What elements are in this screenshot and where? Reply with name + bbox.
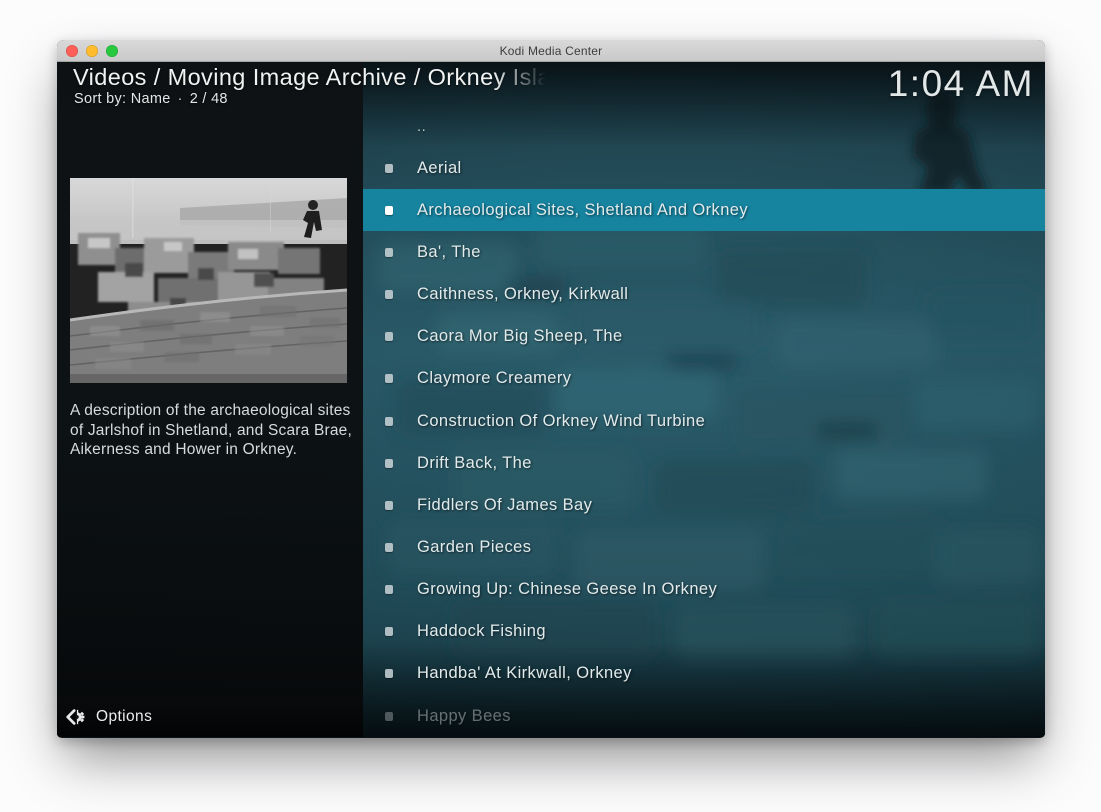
list-item[interactable]: Aerial <box>363 147 1045 189</box>
traffic-lights <box>66 40 118 61</box>
video-description: A description of the archaeological site… <box>70 401 358 460</box>
list-item[interactable]: Archaeological Sites, Shetland And Orkne… <box>363 189 1045 231</box>
thumbnail-image <box>70 178 347 383</box>
item-bullet-icon <box>385 627 393 636</box>
list-item-label: Archaeological Sites, Shetland And Orkne… <box>417 201 748 220</box>
macos-titlebar[interactable]: Kodi Media Center <box>57 40 1045 62</box>
item-bullet-icon <box>385 332 393 341</box>
item-bullet-icon <box>385 585 393 594</box>
item-bullet-icon <box>385 374 393 383</box>
list-item[interactable]: Drift Back, The <box>363 442 1045 484</box>
item-bullet-icon <box>385 543 393 552</box>
window-title: Kodi Media Center <box>57 44 1045 58</box>
options-toggle-icon <box>65 706 87 728</box>
list-item[interactable]: Fiddlers Of James Bay <box>363 484 1045 526</box>
breadcrumb: Videos / Moving Image Archive / Orkney I… <box>73 64 551 91</box>
list-item-label: Drift Back, The <box>417 454 532 473</box>
list-item-label: Growing Up: Chinese Geese In Orkney <box>417 580 717 599</box>
list-item-label: .. <box>417 118 426 135</box>
list-item-label: Ba', The <box>417 243 481 262</box>
info-panel: A description of the archaeological site… <box>57 62 363 737</box>
kodi-window: Kodi Media Center <box>57 40 1045 738</box>
list-item-label: Garden Pieces <box>417 538 531 557</box>
list-item-label: Construction Of Orkney Wind Turbine <box>417 412 705 431</box>
list-item-label: Haddock Fishing <box>417 622 546 641</box>
list-item[interactable]: Caora Mor Big Sheep, The <box>363 316 1045 358</box>
item-bullet-icon <box>385 248 393 257</box>
item-bullet-icon <box>385 164 393 173</box>
file-list: .. Aerial Archaeological Sites, Shetland… <box>363 105 1045 737</box>
position-counter: 2 / 48 <box>190 91 228 107</box>
minimize-button[interactable] <box>86 45 98 57</box>
zoom-button[interactable] <box>106 45 118 57</box>
list-item-label: Claymore Creamery <box>417 369 571 388</box>
list-item-label: Aerial <box>417 159 462 178</box>
sort-status: Sort by: Name · 2 / 48 <box>74 91 228 107</box>
list-item[interactable]: Haddock Fishing <box>363 611 1045 653</box>
list-item[interactable]: Handba' At Kirkwall, Orkney <box>363 653 1045 695</box>
sort-by-label[interactable]: Sort by: Name <box>74 91 171 107</box>
list-item[interactable]: Caithness, Orkney, Kirkwall <box>363 274 1045 316</box>
item-bullet-icon <box>385 206 393 215</box>
options-button[interactable]: Options <box>57 697 363 737</box>
item-bullet-icon <box>385 669 393 678</box>
video-thumbnail <box>70 178 347 383</box>
item-bullet-icon <box>385 290 393 299</box>
list-item-label: Caora Mor Big Sheep, The <box>417 327 623 346</box>
clock: 1:04 AM <box>888 63 1034 105</box>
list-item[interactable]: Construction Of Orkney Wind Turbine <box>363 400 1045 442</box>
list-item-label: Fiddlers Of James Bay <box>417 496 592 515</box>
item-bullet-icon <box>385 712 393 721</box>
options-label: Options <box>96 708 152 726</box>
close-button[interactable] <box>66 45 78 57</box>
list-item[interactable]: Growing Up: Chinese Geese In Orkney <box>363 569 1045 611</box>
list-item[interactable]: Ba', The <box>363 231 1045 273</box>
item-bullet-icon <box>385 417 393 426</box>
kodi-content: Videos / Moving Image Archive / Orkney I… <box>57 62 1045 737</box>
list-item-label: Caithness, Orkney, Kirkwall <box>417 285 628 304</box>
list-item-label: Happy Bees <box>417 707 511 726</box>
list-item-label: Handba' At Kirkwall, Orkney <box>417 664 632 683</box>
item-bullet-icon <box>385 459 393 468</box>
list-item[interactable]: Claymore Creamery <box>363 358 1045 400</box>
list-item[interactable]: Happy Bees <box>363 695 1045 737</box>
item-bullet-icon <box>385 501 393 510</box>
separator-dot: · <box>178 91 183 107</box>
list-item[interactable]: Garden Pieces <box>363 526 1045 568</box>
list-item[interactable]: .. <box>363 105 1045 147</box>
